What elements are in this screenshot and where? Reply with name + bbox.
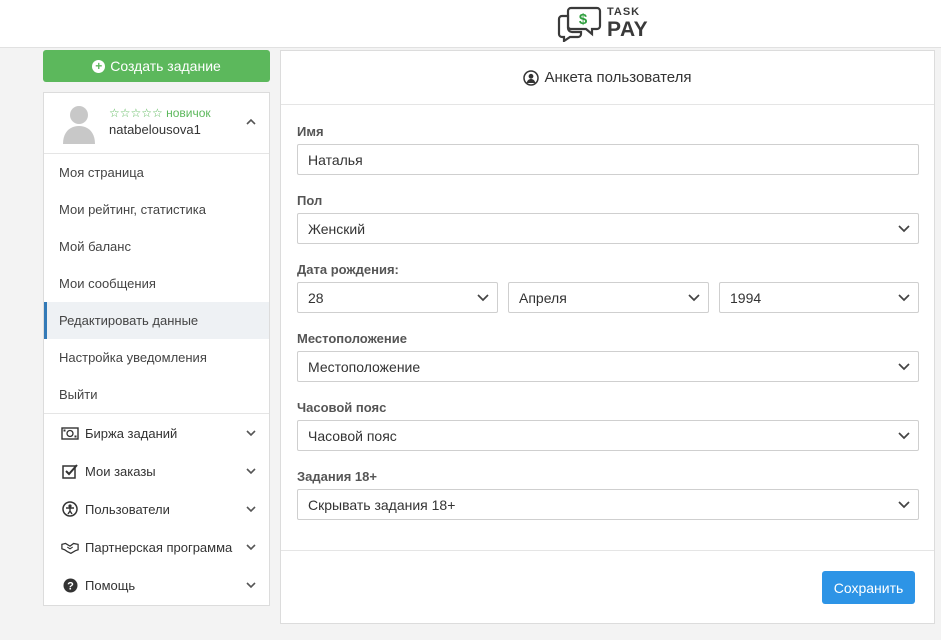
menu-logout[interactable]: Выйти — [44, 376, 269, 413]
chevron-down-icon — [246, 468, 256, 475]
location-value: Местоположение — [308, 358, 421, 375]
menu-notifications[interactable]: Настройка уведомления — [44, 339, 269, 376]
logo-task-text: TASK — [607, 6, 641, 18]
top-bar: $ TASK PAY — [0, 0, 941, 48]
gender-label: Пол — [297, 193, 323, 208]
chat-dollar-icon: $ — [557, 6, 602, 42]
nav-users[interactable]: Пользователи — [44, 490, 269, 528]
logo-dollar: $ — [579, 11, 588, 28]
nav-partner-program[interactable]: Партнерская программа — [44, 528, 269, 566]
menu-edit-data[interactable]: Редактировать данные — [44, 302, 269, 339]
users-icon — [61, 501, 79, 517]
nav-label: Биржа заданий — [85, 425, 178, 441]
menu-label: Моя страница — [59, 165, 144, 180]
logo[interactable]: $ TASK PAY — [557, 4, 653, 42]
menu-label: Мой баланс — [59, 239, 131, 254]
adult-tasks-select[interactable]: Скрывать задания 18+ — [297, 489, 919, 520]
chevron-down-icon — [246, 430, 256, 437]
chevron-up-icon[interactable] — [245, 116, 257, 128]
menu-rating[interactable]: Мои рейтинг, статистика — [44, 191, 269, 228]
birth-month-value: Апреля — [519, 289, 567, 306]
nav-task-exchange[interactable]: Биржа заданий — [44, 414, 269, 452]
nav-my-orders[interactable]: Мои заказы — [44, 452, 269, 490]
username: natabelousova1 — [109, 122, 201, 137]
timezone-value: Часовой пояс — [308, 427, 397, 444]
checkbox-icon — [61, 463, 79, 479]
logo-pay-text: PAY — [607, 18, 649, 41]
menu-label: Мои рейтинг, статистика — [59, 202, 206, 217]
nav-help[interactable]: ? Помощь — [44, 566, 269, 604]
chevron-down-icon — [898, 363, 910, 371]
svg-text:?: ? — [67, 580, 74, 592]
chevron-down-icon — [477, 294, 489, 302]
location-label: Местоположение — [297, 331, 407, 346]
chevron-down-icon — [688, 294, 700, 302]
user-profile-panel: Анкета пользователя Имя Наталья Пол Женс… — [280, 50, 935, 624]
handshake-icon — [61, 539, 79, 555]
chevron-down-icon — [898, 225, 910, 233]
nav-label: Партнерская программа — [85, 539, 233, 555]
name-input[interactable]: Наталья — [297, 144, 919, 175]
nav-label: Помощь — [85, 577, 136, 593]
profile-menu: Моя страница Мои рейтинг, статистика Мой… — [44, 154, 269, 414]
timezone-select[interactable]: Часовой пояс — [297, 420, 919, 451]
birth-month-select[interactable]: Апреля — [508, 282, 709, 313]
create-task-label: Создать задание — [110, 58, 221, 74]
menu-label: Выйти — [59, 387, 98, 402]
timezone-label: Часовой пояс — [297, 400, 387, 415]
gender-value: Женский — [308, 220, 366, 237]
plus-circle-icon: + — [92, 59, 106, 73]
chevron-down-icon — [246, 544, 256, 551]
birth-day-select[interactable]: 28 — [297, 282, 498, 313]
birth-year-value: 1994 — [730, 289, 762, 306]
profile-card[interactable]: ☆☆☆☆☆ новичок natabelousova1 — [44, 93, 269, 154]
user-rank: ☆☆☆☆☆ новичок — [109, 106, 211, 120]
avatar-icon — [63, 106, 95, 144]
money-icon — [61, 425, 79, 441]
name-label: Имя — [297, 124, 324, 139]
birth-label: Дата рождения: — [297, 262, 399, 277]
adult-tasks-value: Скрывать задания 18+ — [308, 496, 456, 513]
user-circle-icon — [523, 69, 540, 86]
chevron-down-icon — [246, 582, 256, 589]
save-button[interactable]: Сохранить — [822, 571, 915, 604]
menu-label: Мои сообщения — [59, 276, 156, 291]
chevron-down-icon — [898, 432, 910, 440]
menu-my-page[interactable]: Моя страница — [44, 154, 269, 191]
nav-label: Мои заказы — [85, 463, 156, 479]
menu-balance[interactable]: Мой баланс — [44, 228, 269, 265]
birth-year-select[interactable]: 1994 — [719, 282, 919, 313]
panel-title: Анкета пользователя — [544, 69, 692, 86]
chevron-down-icon — [898, 294, 910, 302]
menu-messages[interactable]: Мои сообщения — [44, 265, 269, 302]
chevron-down-icon — [898, 501, 910, 509]
menu-label: Редактировать данные — [59, 313, 199, 328]
location-select[interactable]: Местоположение — [297, 351, 919, 382]
menu-label: Настройка уведомления — [59, 350, 207, 365]
chevron-down-icon — [246, 506, 256, 513]
panel-footer: Сохранить — [281, 550, 934, 624]
create-task-button[interactable]: + Создать задание — [43, 50, 270, 82]
gender-select[interactable]: Женский — [297, 213, 919, 244]
help-icon: ? — [61, 577, 79, 593]
sidebar: ☆☆☆☆☆ новичок natabelousova1 Моя страниц… — [43, 92, 270, 606]
adult-tasks-label: Задания 18+ — [297, 469, 377, 484]
panel-header: Анкета пользователя — [281, 51, 934, 105]
nav-label: Пользователи — [85, 501, 170, 517]
birth-day-value: 28 — [308, 289, 324, 306]
